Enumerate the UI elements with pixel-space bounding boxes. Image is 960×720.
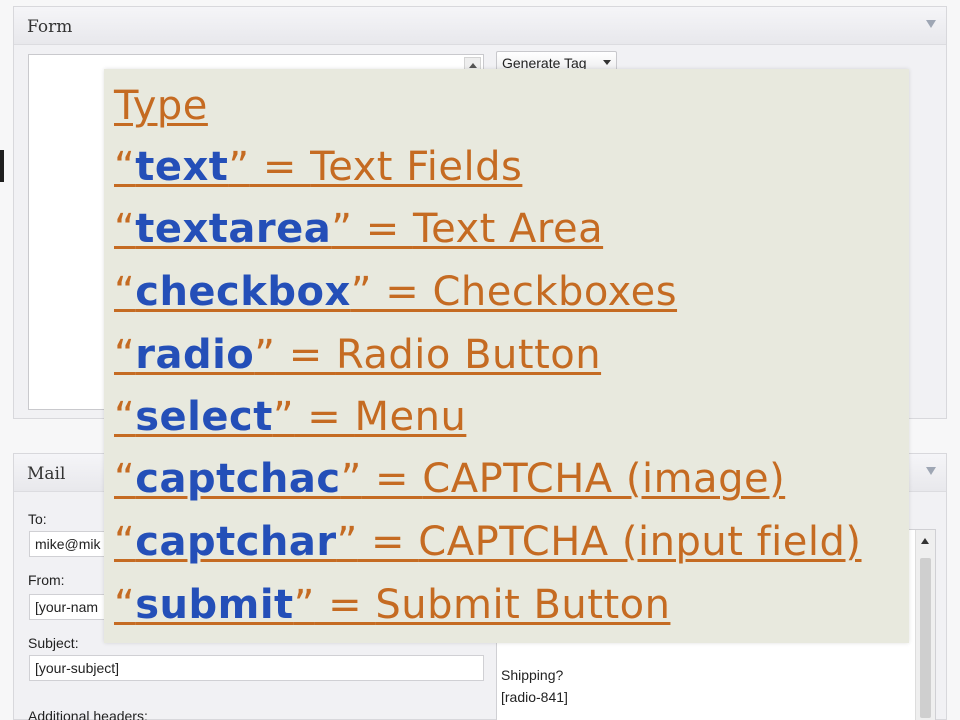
close-quote: ” <box>336 519 358 565</box>
field-keyword: checkbox <box>135 269 351 315</box>
window-edge-marker <box>0 150 4 182</box>
legend-item-submit: “submit” = Submit Button <box>114 585 670 625</box>
message-body-line: Shipping? <box>501 667 564 683</box>
equals-sign: = <box>275 332 336 378</box>
additional-headers-label: Additional headers: <box>28 708 148 720</box>
open-quote: “ <box>114 269 136 315</box>
legend-item-captchar: “captchar” = CAPTCHA (input field) <box>114 522 862 562</box>
field-description: CAPTCHA (image) <box>422 456 786 502</box>
close-quote: ” <box>350 269 373 315</box>
contact-form-editor-page: Form Generate Tag Mail To: mike@mik From… <box>0 0 960 720</box>
legend-item-radio: “radio” = Radio Button <box>114 335 601 375</box>
legend-item-checkbox: “checkbox” = Checkboxes <box>114 272 677 312</box>
field-description: Text Area <box>412 206 604 252</box>
message-body-scrollbar[interactable] <box>915 530 935 720</box>
equals-sign: = <box>314 582 376 628</box>
field-keyword: text <box>135 144 229 190</box>
equals-sign: = <box>357 519 419 565</box>
collapse-form-icon[interactable] <box>926 20 936 28</box>
field-keyword: select <box>135 394 273 440</box>
field-description: Text Fields <box>310 144 523 190</box>
caret-down-icon <box>603 60 611 65</box>
field-description: Menu <box>354 394 467 440</box>
form-panel-title: Form <box>27 17 73 37</box>
close-quote: ” <box>331 206 353 252</box>
message-body-line: [radio-841] <box>501 689 568 705</box>
field-keyword: captchar <box>135 519 337 565</box>
close-quote: ” <box>254 332 276 378</box>
legend-item-textarea: “textarea” = Text Area <box>114 209 603 249</box>
open-quote: “ <box>114 456 136 502</box>
legend-item-captchac: “captchac” = CAPTCHA (image) <box>114 459 785 499</box>
open-quote: “ <box>114 394 136 440</box>
open-quote: “ <box>114 144 136 190</box>
open-quote: “ <box>114 519 136 565</box>
scrollbar-thumb[interactable] <box>920 558 931 718</box>
field-keyword: textarea <box>135 206 332 252</box>
to-label: To: <box>28 511 47 527</box>
field-description: Checkboxes <box>432 269 678 315</box>
subject-label: Subject: <box>28 635 79 651</box>
close-quote: ” <box>228 144 250 190</box>
legend-heading: Type <box>114 83 208 129</box>
scroll-up-icon[interactable] <box>921 538 929 544</box>
field-description: Radio Button <box>335 332 602 378</box>
legend-item-select: “select” = Menu <box>114 397 466 437</box>
equals-sign: = <box>361 456 423 502</box>
close-quote: ” <box>272 394 295 440</box>
field-keyword: submit <box>135 582 294 628</box>
mail-panel-title: Mail <box>27 464 66 484</box>
field-type-legend-overlay: Type “text” = Text Fields “textarea” = T… <box>104 69 909 643</box>
open-quote: “ <box>114 332 136 378</box>
collapse-mail-icon[interactable] <box>926 467 936 475</box>
field-keyword: captchac <box>135 456 341 502</box>
open-quote: “ <box>114 582 136 628</box>
legend-item-text: “text” = Text Fields <box>114 147 522 187</box>
equals-sign: = <box>249 144 311 190</box>
from-label: From: <box>28 572 65 588</box>
field-description: CAPTCHA (input field) <box>418 519 862 565</box>
equals-sign: = <box>372 269 433 315</box>
equals-sign: = <box>294 394 355 440</box>
form-panel-header[interactable]: Form <box>14 7 946 45</box>
field-keyword: radio <box>135 332 255 378</box>
close-quote: ” <box>293 582 315 628</box>
field-description: Submit Button <box>375 582 671 628</box>
open-quote: “ <box>114 206 136 252</box>
close-quote: ” <box>340 456 362 502</box>
subject-field[interactable]: [your-subject] <box>29 655 484 681</box>
equals-sign: = <box>352 206 413 252</box>
